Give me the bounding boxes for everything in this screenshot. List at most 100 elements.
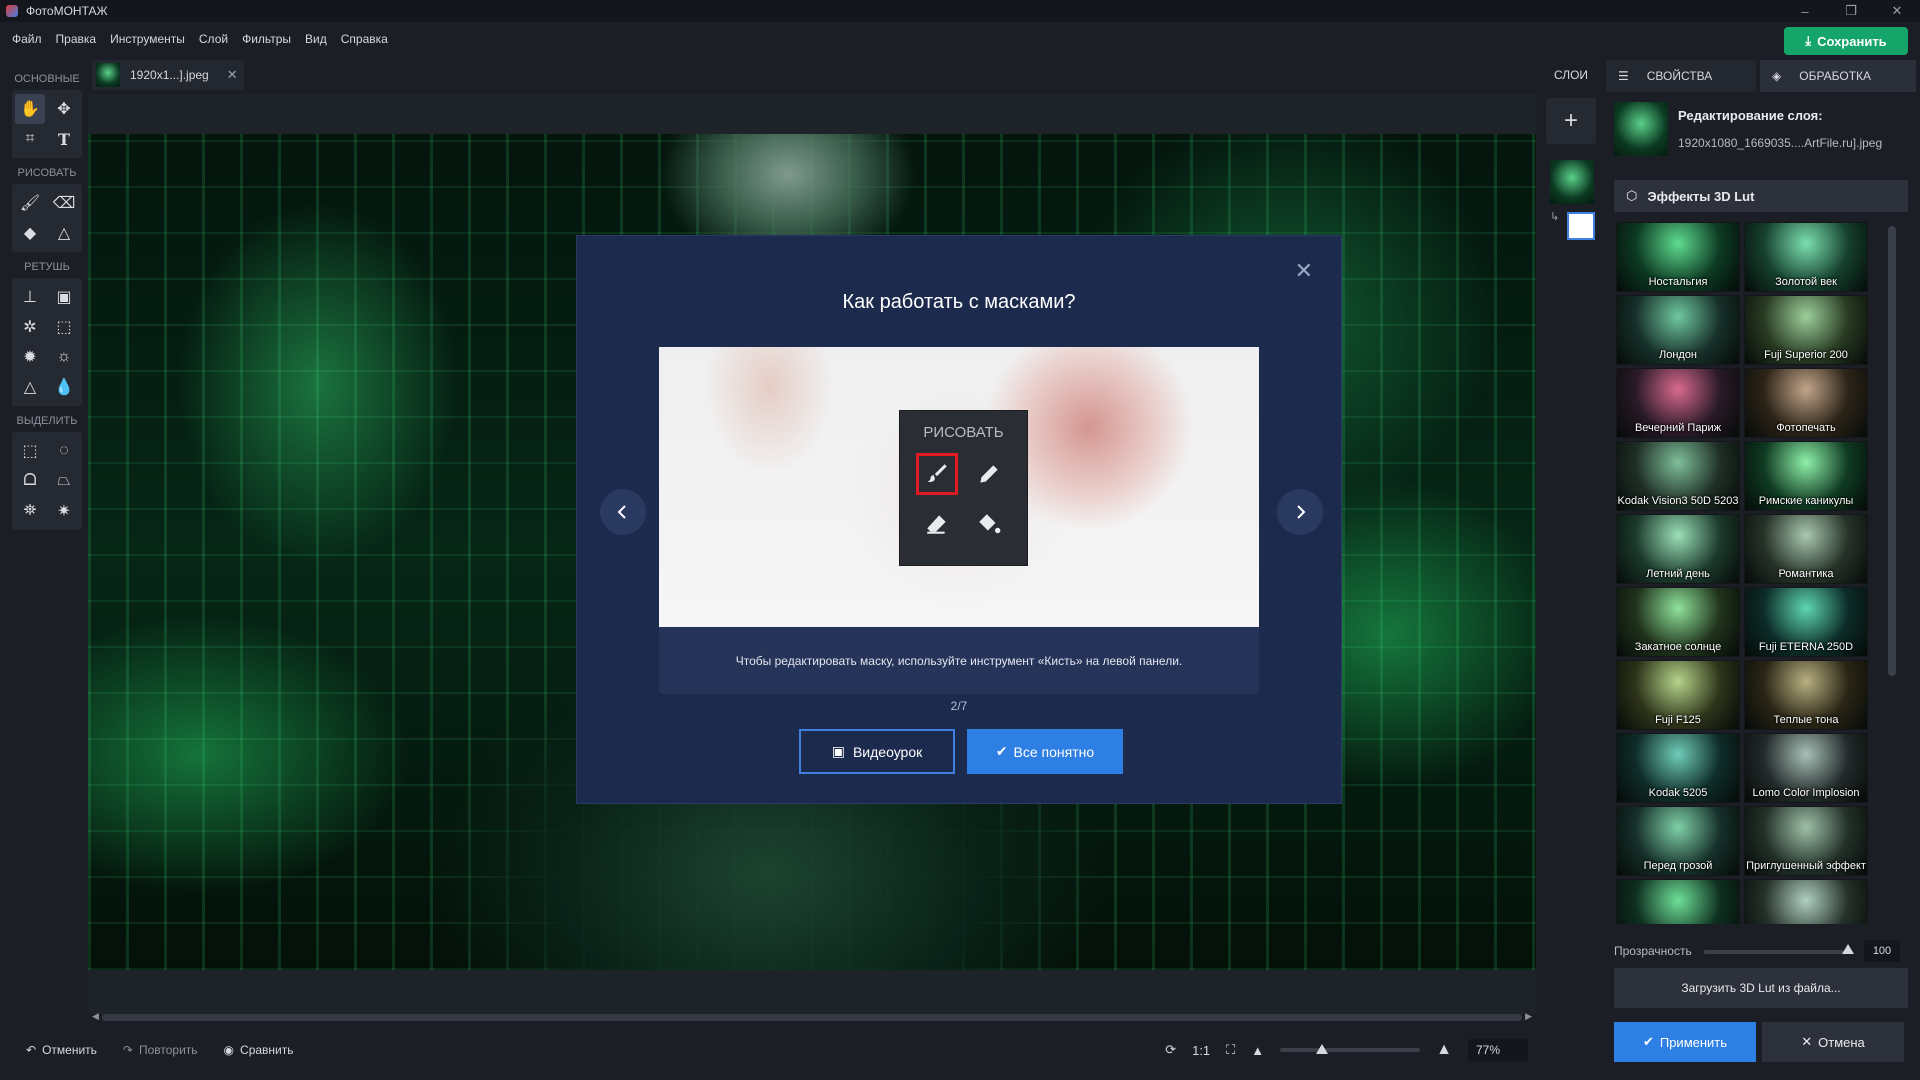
- compare-button[interactable]: ◉ Сравнить: [224, 1043, 294, 1057]
- lut-preset-label: Вечерний Париж: [1634, 422, 1722, 434]
- load-lut-button[interactable]: Загрузить 3D Lut из файла...: [1614, 968, 1908, 1008]
- horizontal-scrollbar[interactable]: ◀ ▶: [92, 1011, 1532, 1023]
- polygon-lasso-icon[interactable]: ⏢: [49, 466, 79, 496]
- sharpen-tool-icon[interactable]: △: [15, 372, 45, 402]
- add-layer-button[interactable]: +: [1546, 98, 1596, 144]
- lut-preset[interactable]: Теплые тона: [1744, 660, 1868, 730]
- prev-slide-button[interactable]: [600, 489, 646, 535]
- brush-tool-icon[interactable]: 🖌: [15, 188, 45, 218]
- dodge-tool-icon[interactable]: ☼: [49, 342, 79, 372]
- lut-preset-label: Фотопечать: [1776, 422, 1836, 434]
- apply-cancel-row: ✔ Применить ✕ Отмена: [1614, 1022, 1916, 1064]
- magic-wand-icon[interactable]: ✷: [49, 496, 79, 526]
- lut-preset[interactable]: Золотой век: [1744, 222, 1868, 292]
- next-slide-button[interactable]: [1277, 489, 1323, 535]
- lut-preset[interactable]: Фотопечать: [1744, 368, 1868, 438]
- lut-scrollbar[interactable]: [1888, 226, 1896, 926]
- layer-info: Редактирование слоя: 1920x1080_1669035..…: [1614, 102, 1914, 158]
- opacity-slider-handle[interactable]: [1842, 944, 1854, 954]
- lut-preset[interactable]: Романтика: [1744, 514, 1868, 584]
- save-button[interactable]: ⤓ Сохранить: [1784, 27, 1908, 55]
- lut-preset[interactable]: Ностальгия: [1616, 222, 1740, 292]
- lut-preset[interactable]: Fuji ETERNA 250D: [1744, 587, 1868, 657]
- lut-preset-label: Римские каникулы: [1758, 495, 1854, 507]
- redo-button[interactable]: ↷ Повторить: [123, 1043, 198, 1057]
- lut-effects-header[interactable]: ⬡ Эффекты 3D Lut: [1614, 180, 1908, 212]
- menu-edit[interactable]: Правка: [56, 32, 97, 46]
- close-dialog-icon[interactable]: ✕: [1295, 258, 1313, 284]
- scroll-right-icon[interactable]: ▶: [1525, 1011, 1532, 1022]
- tool-group-draw: 🖌 ⌫ ◆ △: [12, 184, 82, 252]
- video-tutorial-button[interactable]: ▣ Видеоурок: [799, 729, 955, 774]
- lut-preset[interactable]: Fuji Superior 200: [1744, 295, 1868, 365]
- opacity-slider[interactable]: [1704, 950, 1844, 954]
- opacity-value[interactable]: 100: [1864, 940, 1900, 962]
- lut-preset[interactable]: Приглушенный эффект: [1744, 806, 1868, 876]
- lut-presets-grid: Ностальгия Золотой век Лондон Fuji Superior…: [1616, 222, 1892, 924]
- patch-tool-icon[interactable]: ▣: [49, 282, 79, 312]
- lut-preset[interactable]: Вечерний Париж: [1616, 368, 1740, 438]
- got-it-button[interactable]: ✔ Все понятно: [967, 729, 1123, 774]
- minimize-icon[interactable]: –: [1782, 0, 1828, 22]
- menu-file[interactable]: Файл: [12, 32, 42, 46]
- menu-view[interactable]: Вид: [305, 32, 327, 46]
- cancel-button[interactable]: ✕ Отмена: [1762, 1022, 1904, 1062]
- zoom-out-icon[interactable]: ▲: [1251, 1043, 1264, 1058]
- text-tool-icon[interactable]: T: [49, 124, 79, 154]
- rect-select-icon[interactable]: ⬚: [15, 436, 45, 466]
- zoom-in-icon[interactable]: ▲: [1436, 1041, 1452, 1059]
- scroll-track[interactable]: [102, 1014, 1522, 1021]
- layer-mask-thumbnail[interactable]: [1567, 212, 1595, 240]
- menu-help[interactable]: Справка: [341, 32, 388, 46]
- blur-tool-icon[interactable]: 💧: [49, 372, 79, 402]
- got-it-label: Все понятно: [1013, 743, 1095, 760]
- hand-rotate-icon[interactable]: ⟳: [1165, 1042, 1176, 1058]
- tab-processing[interactable]: ◈ ОБРАБОТКА: [1760, 60, 1916, 92]
- ellipse-select-icon[interactable]: ◌: [49, 436, 79, 466]
- burn-tool-icon[interactable]: ✹: [15, 342, 45, 372]
- menu-layer[interactable]: Слой: [199, 32, 228, 46]
- lut-preset[interactable]: Kodak Vision3 50D 5203: [1616, 441, 1740, 511]
- actual-size-button[interactable]: 1:1: [1192, 1043, 1210, 1058]
- layer-thumbnail[interactable]: [1550, 160, 1594, 204]
- zoom-value[interactable]: 77%: [1468, 1039, 1528, 1061]
- masks-help-dialog: ✕ Как работать с масками? РИСОВАТЬ Чтобы…: [576, 235, 1342, 804]
- close-tab-icon[interactable]: ✕: [227, 67, 238, 83]
- healing-tool-icon[interactable]: ✲: [15, 312, 45, 342]
- menu-filters[interactable]: Фильтры: [242, 32, 291, 46]
- lut-preset[interactable]: Лондон: [1616, 295, 1740, 365]
- eraser-tool-icon[interactable]: ⌫: [49, 188, 79, 218]
- brush-highlight-icon: [916, 453, 958, 495]
- shapes-tool-icon[interactable]: △: [49, 218, 79, 248]
- lut-preset[interactable]: Lomo Color Implosion: [1744, 733, 1868, 803]
- lut-preset[interactable]: Римские каникулы: [1744, 441, 1868, 511]
- close-window-icon[interactable]: ✕: [1874, 0, 1920, 22]
- lut-preset[interactable]: Kodak 5205: [1616, 733, 1740, 803]
- move-tool-icon[interactable]: ✥: [49, 94, 79, 124]
- lut-preset[interactable]: Fuji F125: [1616, 660, 1740, 730]
- lut-preset[interactable]: [1616, 879, 1740, 924]
- lut-preset[interactable]: Летний день: [1616, 514, 1740, 584]
- hand-tool-icon[interactable]: ✋: [15, 94, 45, 124]
- magnetic-lasso-icon[interactable]: ⛯: [15, 496, 45, 526]
- tab-properties[interactable]: ☰ СВОЙСТВА: [1606, 60, 1756, 92]
- document-tab[interactable]: 1920x1...].jpeg ✕: [92, 60, 244, 90]
- lut-preset[interactable]: Перед грозой: [1616, 806, 1740, 876]
- eraser-icon: [916, 503, 958, 545]
- apply-button[interactable]: ✔ Применить: [1614, 1022, 1756, 1062]
- zoom-slider[interactable]: [1280, 1044, 1421, 1054]
- fit-screen-icon[interactable]: ⛶: [1226, 1042, 1235, 1058]
- lasso-icon[interactable]: ᗝ: [15, 466, 45, 496]
- restore-icon[interactable]: ❐: [1828, 0, 1874, 22]
- fill-tool-icon[interactable]: ◆: [15, 218, 45, 248]
- zoom-slider-handle[interactable]: [1316, 1044, 1329, 1054]
- menu-tools[interactable]: Инструменты: [110, 32, 185, 46]
- undo-button[interactable]: ↶ Отменить: [26, 1043, 97, 1057]
- frame-tool-icon[interactable]: ⬚: [49, 312, 79, 342]
- stamp-tool-icon[interactable]: ⊥: [15, 282, 45, 312]
- lut-scroll-thumb[interactable]: [1888, 226, 1896, 676]
- lut-preset[interactable]: Закатное солнце: [1616, 587, 1740, 657]
- lut-preset[interactable]: [1744, 879, 1868, 924]
- crop-tool-icon[interactable]: ⌗: [15, 124, 45, 154]
- scroll-left-icon[interactable]: ◀: [92, 1011, 99, 1022]
